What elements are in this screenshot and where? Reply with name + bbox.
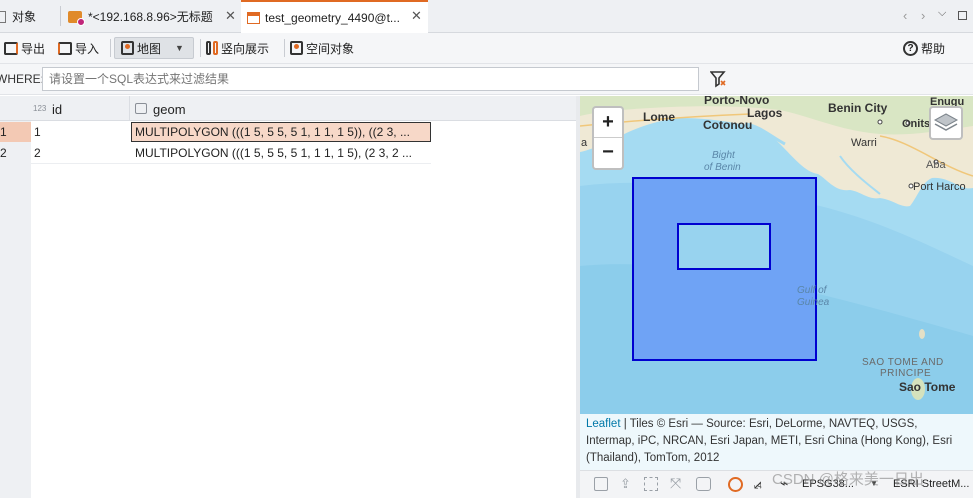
tab-list-chevron-down-icon[interactable]: ⌵ (938, 7, 946, 20)
map-label: 地图 (137, 41, 162, 56)
row-divider (31, 163, 431, 164)
chart-icon[interactable]: ⦯ (754, 475, 762, 492)
zoom-control: + − (592, 106, 624, 170)
vertical-display-label: 竖向展示 (221, 41, 270, 56)
spatial-object-label: 空间对象 (306, 41, 355, 56)
spatial-object-icon (290, 41, 303, 55)
zoom-out-button[interactable]: − (594, 138, 622, 168)
watermark: CSDN @格来美一日出 (772, 471, 924, 488)
import-icon (58, 41, 72, 55)
water-label: of Benin (704, 162, 741, 173)
tab-query[interactable]: *<192.168.8.96>无标题 ✕ (62, 0, 240, 33)
column-header-id[interactable]: 123 id (33, 96, 130, 121)
save-icon[interactable] (594, 477, 608, 491)
caret-down-icon: ▼ (175, 43, 184, 53)
leaflet-link[interactable]: Leaflet (586, 418, 621, 430)
restore-window-icon[interactable] (958, 11, 967, 20)
map-panel[interactable]: Porto-Novo Lome Lagos Cotonou Benin City… (580, 96, 973, 498)
polygon-hole (677, 223, 771, 270)
table-row[interactable]: 1 1 MULTIPOLYGON (((1 5, 5 5, 5 1, 1 1, … (0, 122, 432, 142)
tab-label: test_geometry_4490@t... (265, 10, 400, 25)
region-label: PRINCIPE (880, 368, 932, 379)
tab-label: 对象 (12, 10, 37, 24)
cell-id[interactable]: 2 (34, 143, 130, 163)
place-label: Port Harco (913, 181, 966, 193)
map-attribution: Leaflet | Tiles © Esri — Source: Esri, D… (580, 414, 973, 470)
tab-table[interactable]: test_geometry_4490@t... ✕ (241, 0, 428, 33)
place-label: Warri (851, 137, 877, 149)
place-label: Cotonou (703, 118, 753, 132)
export-label: 导出 (21, 41, 46, 56)
vertical-display-button[interactable]: 竖向展示 (206, 37, 269, 59)
layers-button[interactable] (929, 106, 963, 140)
expand-icon[interactable]: ⤧ (670, 475, 681, 492)
export-icon (4, 41, 18, 55)
spatial-object-button[interactable]: 空间对象 (290, 37, 354, 59)
result-grid: 123 id geom 1 1 MULTIPOLYGON (((1 5, 5 5… (0, 96, 576, 498)
text-type-icon (135, 103, 147, 114)
toolbar-divider (110, 39, 111, 57)
map-icon (121, 41, 134, 55)
objects-icon (0, 10, 6, 23)
query-icon (68, 10, 85, 26)
close-icon[interactable]: ✕ (225, 8, 236, 24)
row-number: 1 (0, 122, 31, 142)
water-label: Gulf of (797, 285, 827, 296)
compass-icon[interactable] (728, 477, 743, 492)
help-icon: ? (903, 40, 918, 56)
filter-bar: WHERE: (0, 64, 973, 95)
grid-header: 123 id geom (0, 96, 576, 121)
zoom-in-button[interactable]: + (594, 108, 622, 138)
tab-bar: 对象 *<192.168.8.96>无标题 ✕ test_geometry_44… (0, 0, 973, 33)
help-button[interactable]: ? 帮助 (903, 37, 945, 59)
tab-divider (60, 6, 61, 26)
close-icon[interactable]: ✕ (411, 8, 422, 24)
import-button[interactable]: 导入 (58, 37, 99, 59)
layers-icon (933, 113, 959, 131)
table-icon (247, 11, 260, 24)
place-label: Onits (902, 118, 931, 130)
numeric-type-icon: 123 (33, 104, 47, 113)
toolbar: 导出 导入 地图 ▼ 竖向展示 空间对象 ? 帮助 (0, 33, 973, 64)
scroll-tabs-left-icon[interactable]: ‹ (903, 8, 907, 23)
row-number: 2 (0, 146, 7, 160)
place-label: Aba (926, 159, 946, 171)
fit-bounds-icon[interactable] (644, 477, 658, 491)
map-view-button[interactable]: 地图 ▼ (114, 37, 194, 59)
column-name: id (52, 102, 63, 117)
row-number-gutter (0, 121, 31, 498)
export-button[interactable]: 导出 (4, 37, 45, 59)
vertical-columns-icon (206, 41, 218, 55)
filter-icon[interactable] (709, 70, 726, 88)
sql-filter-input[interactable] (42, 67, 699, 91)
toolbar-divider (200, 39, 201, 57)
place-label: a (581, 137, 588, 149)
place-label: Lome (643, 110, 676, 124)
cell-id[interactable]: 1 (34, 122, 130, 142)
tab-objects[interactable]: 对象 (0, 0, 58, 33)
zoom-area-icon[interactable] (696, 477, 711, 491)
where-label: WHERE: (0, 72, 44, 86)
region-label: SAO TOME AND (862, 357, 944, 368)
column-name: geom (153, 102, 186, 117)
water-label: Bight (712, 150, 735, 161)
scroll-tabs-right-icon[interactable]: › (921, 8, 925, 23)
tab-label: *<192.168.8.96>无标题 (88, 10, 213, 24)
place-label: Sao Tome (899, 380, 956, 394)
water-label: Guinea (797, 297, 830, 308)
cell-geom[interactable]: MULTIPOLYGON (((1 5, 5 5, 5 1, 1 1, 1 5)… (131, 143, 431, 163)
upload-icon[interactable]: ⇪ (620, 476, 631, 492)
place-label: Benin City (828, 101, 888, 115)
toolbar-divider (284, 39, 285, 57)
attribution-text: | Tiles © Esri — Source: Esri, DeLorme, … (586, 418, 953, 464)
table-row[interactable]: 2 2 MULTIPOLYGON (((1 5, 5 5, 5 1, 1 1, … (0, 143, 432, 163)
import-label: 导入 (75, 41, 100, 56)
cell-geom[interactable]: MULTIPOLYGON (((1 5, 5 5, 5 1, 1 1, 1 5)… (131, 122, 431, 142)
column-header-geom[interactable]: geom (131, 96, 431, 121)
help-label: 帮助 (921, 41, 946, 56)
